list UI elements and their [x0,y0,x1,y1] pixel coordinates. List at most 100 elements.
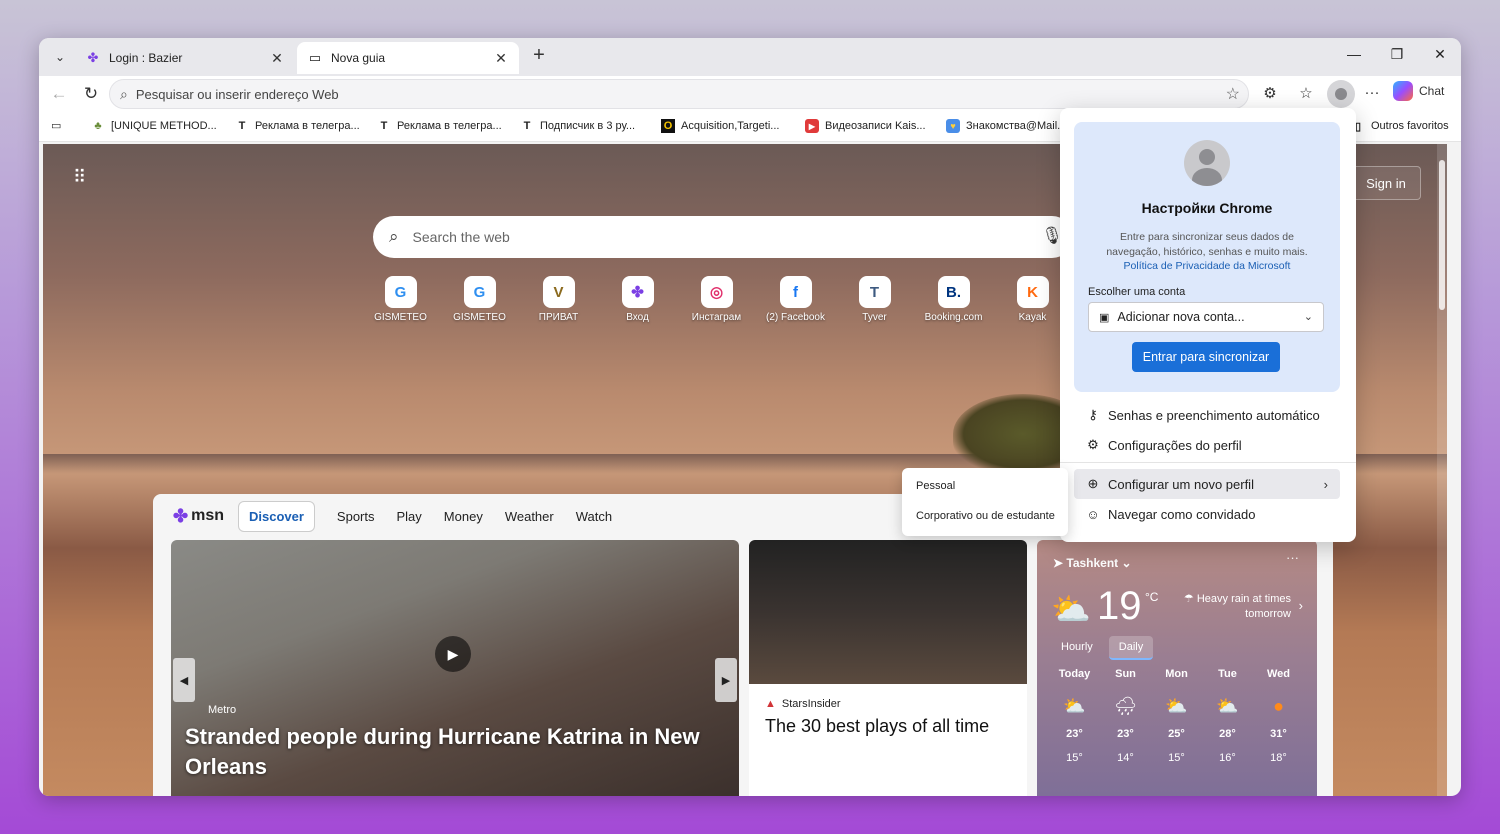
quick-link[interactable]: f (2) Facebook [756,276,835,323]
submenu-work-school[interactable]: Corporativo ou de estudante [916,510,1055,522]
profile-settings-item[interactable]: ⚙ Configurações do perfil [1074,430,1340,460]
previous-arrow-icon[interactable]: ◀ [173,658,195,702]
location-label: Tashkent [1066,556,1119,570]
forecast-day[interactable]: Wed ● 31° 18° [1253,668,1304,772]
quick-link[interactable]: T Tyver [835,276,914,323]
quick-link[interactable]: ✤ Вход [598,276,677,323]
quick-link-icon: ◎ [700,276,733,308]
forecast-day[interactable]: Tue ⛅ 28° 16° [1202,668,1253,772]
new-tab-button[interactable]: + [527,44,551,68]
t-icon: T [380,120,388,132]
apps-grid-icon[interactable]: ⠿ [73,168,87,186]
forecast-day[interactable]: Mon ⛅ 25° 15° [1151,668,1202,772]
play-icon[interactable]: ▶ [435,636,471,672]
tab-login-bazier[interactable]: ✤ Login : Bazier ✕ [75,42,295,74]
video-icon: ▶ [805,119,819,133]
hero-card[interactable]: ▶ ◀ ▶ Metro Stranded people during Hurri… [171,540,739,796]
toolbar: ← ↻ ⌕ Pesquisar ou inserir endereço Web … [39,76,1461,112]
quick-link[interactable]: B. Booking.com [914,276,993,323]
back-icon[interactable]: ← [47,82,71,106]
favorites-icon[interactable]: ☆ [1295,84,1317,102]
bookmark-label: [UNIQUE METHOD... [111,120,217,132]
more-options-icon[interactable]: ··· [1286,550,1299,565]
weather-card[interactable]: ➤ Tashkent ⌄ ··· ⛅ 19 °C ☂ Heavy rain at… [1037,540,1317,796]
extensions-icon[interactable]: ⚙ [1259,84,1281,102]
bookmark-item[interactable]: T Реклама в телегра... [377,119,502,133]
tab-daily[interactable]: Daily [1108,636,1154,660]
tab-watch[interactable]: Watch [576,509,612,524]
bookmark-item[interactable]: ♥ Знакомства@Mail... [946,119,1066,133]
forecast-day[interactable]: Sun 🌧 23° 14° [1100,668,1151,772]
weather-tabs: Hourly Daily [1051,636,1159,660]
item-label: Configurar um novo perfil [1108,476,1254,492]
tab-sports[interactable]: Sports [337,509,375,524]
news-card[interactable]: ▲ StarsInsider The 30 best plays of all … [749,540,1027,796]
tab-nova-guia[interactable]: ▭ Nova guia ✕ [297,42,519,74]
quick-link[interactable]: G GISMETEO [361,276,440,323]
weather-alert[interactable]: ☂ Heavy rain at times tomorrow [1161,592,1291,622]
other-favorites[interactable]: ▯ Outros favoritos [1351,119,1449,133]
submenu-personal[interactable]: Pessoal [916,480,955,492]
tab-play[interactable]: Play [397,509,422,524]
tab-discover[interactable]: Discover [238,500,315,532]
bookmark-label: Подписчик в 3 ру... [540,120,636,132]
hero-title[interactable]: Stranded people during Hurricane Katrina… [185,722,725,782]
msn-logo[interactable]: ✤ msn [173,506,224,527]
chat-button[interactable]: Chat [1393,81,1444,101]
bookmark-item[interactable]: T Подписчик в 3 ру... [520,119,635,133]
refresh-icon[interactable]: ↻ [79,82,103,106]
bookmark-item[interactable]: ▶ Видеозаписи Kais... [805,119,926,133]
bookmark-item[interactable]: T Реклама в телегра... [235,119,360,133]
new-profile-item[interactable]: ⊕ Configurar um novo perfil › [1074,469,1340,499]
search-placeholder: Search the web [412,229,510,245]
low-temp: 15° [1168,752,1185,764]
quick-link-label: Tyver [862,312,887,323]
tab-money[interactable]: Money [444,509,483,524]
more-menu-icon[interactable]: ··· [1361,84,1383,101]
quick-link-icon: G [463,276,496,308]
bookmark-item[interactable]: O Acquisition,Targeti... [661,119,779,133]
weather-location[interactable]: ➤ Tashkent ⌄ [1053,556,1132,570]
chevron-right-icon[interactable]: › [1299,598,1303,613]
bookmark-item[interactable]: ♣ [UNIQUE METHOD... [91,119,217,133]
profile-button[interactable] [1327,80,1355,108]
bookmark-label: Реклама в телегра... [255,120,360,132]
tab-hourly[interactable]: Hourly [1051,636,1103,660]
news-card-image [749,540,1027,684]
close-icon[interactable]: ✕ [269,50,285,67]
close-window-icon[interactable]: ✕ [1430,46,1450,63]
next-arrow-icon[interactable]: ▶ [715,658,737,702]
item-label: Configurações do perfil [1108,437,1242,453]
quick-link-label: GISMETEO [374,312,427,323]
account-select[interactable]: ▣ Adicionar nova conta... ⌄ [1088,302,1324,332]
temp-unit: °C [1145,590,1159,604]
quick-link[interactable]: ◎ Инстаграм [677,276,756,323]
chat-label: Chat [1419,84,1445,98]
guest-browse-item[interactable]: ☺ Navegar como convidado [1074,499,1340,529]
web-search-box[interactable]: ⌕ Search the web 🎙 [373,216,1073,258]
heart-icon: ♥ [946,119,960,133]
sync-signin-button[interactable]: Entrar para sincronizar [1132,342,1280,372]
favorite-star-icon[interactable]: ☆ [1226,84,1240,104]
sign-in-button[interactable]: Sign in [1351,166,1421,200]
profile-settings-icon: ⚙ [1087,437,1099,452]
quick-link[interactable]: V ПРИВАТ [519,276,598,323]
quick-link[interactable]: G GISMETEO [440,276,519,323]
tab-strip: ⌄ ✤ Login : Bazier ✕ ▭ Nova guia ✕ + — ❐… [39,38,1461,76]
address-bar[interactable]: ⌕ Pesquisar ou inserir endereço Web ☆ [109,79,1249,109]
passwords-autofill-item[interactable]: ⚷ Senhas e preenchimento automático [1074,400,1340,430]
tab-weather[interactable]: Weather [505,509,554,524]
close-icon[interactable]: ✕ [493,50,509,67]
copilot-icon [1393,81,1413,101]
guest-icon: ☺ [1086,506,1100,522]
maximize-icon[interactable]: ❐ [1387,46,1407,63]
privacy-link[interactable]: Política de Privacidade da Microsoft [1074,260,1340,272]
minimize-icon[interactable]: — [1344,46,1364,62]
bazier-icon: ✤ [87,50,99,65]
forecast-day[interactable]: Today ⛅ 23° 15° [1049,668,1100,772]
page-scrollbar[interactable] [1437,144,1447,796]
scrollbar-thumb[interactable] [1439,160,1445,310]
news-card-title[interactable]: The 30 best plays of all time [765,716,989,737]
tab-actions-chevron-icon[interactable]: ⌄ [47,45,73,69]
bookmarks-collection-icon[interactable]: ▭ [51,119,61,132]
